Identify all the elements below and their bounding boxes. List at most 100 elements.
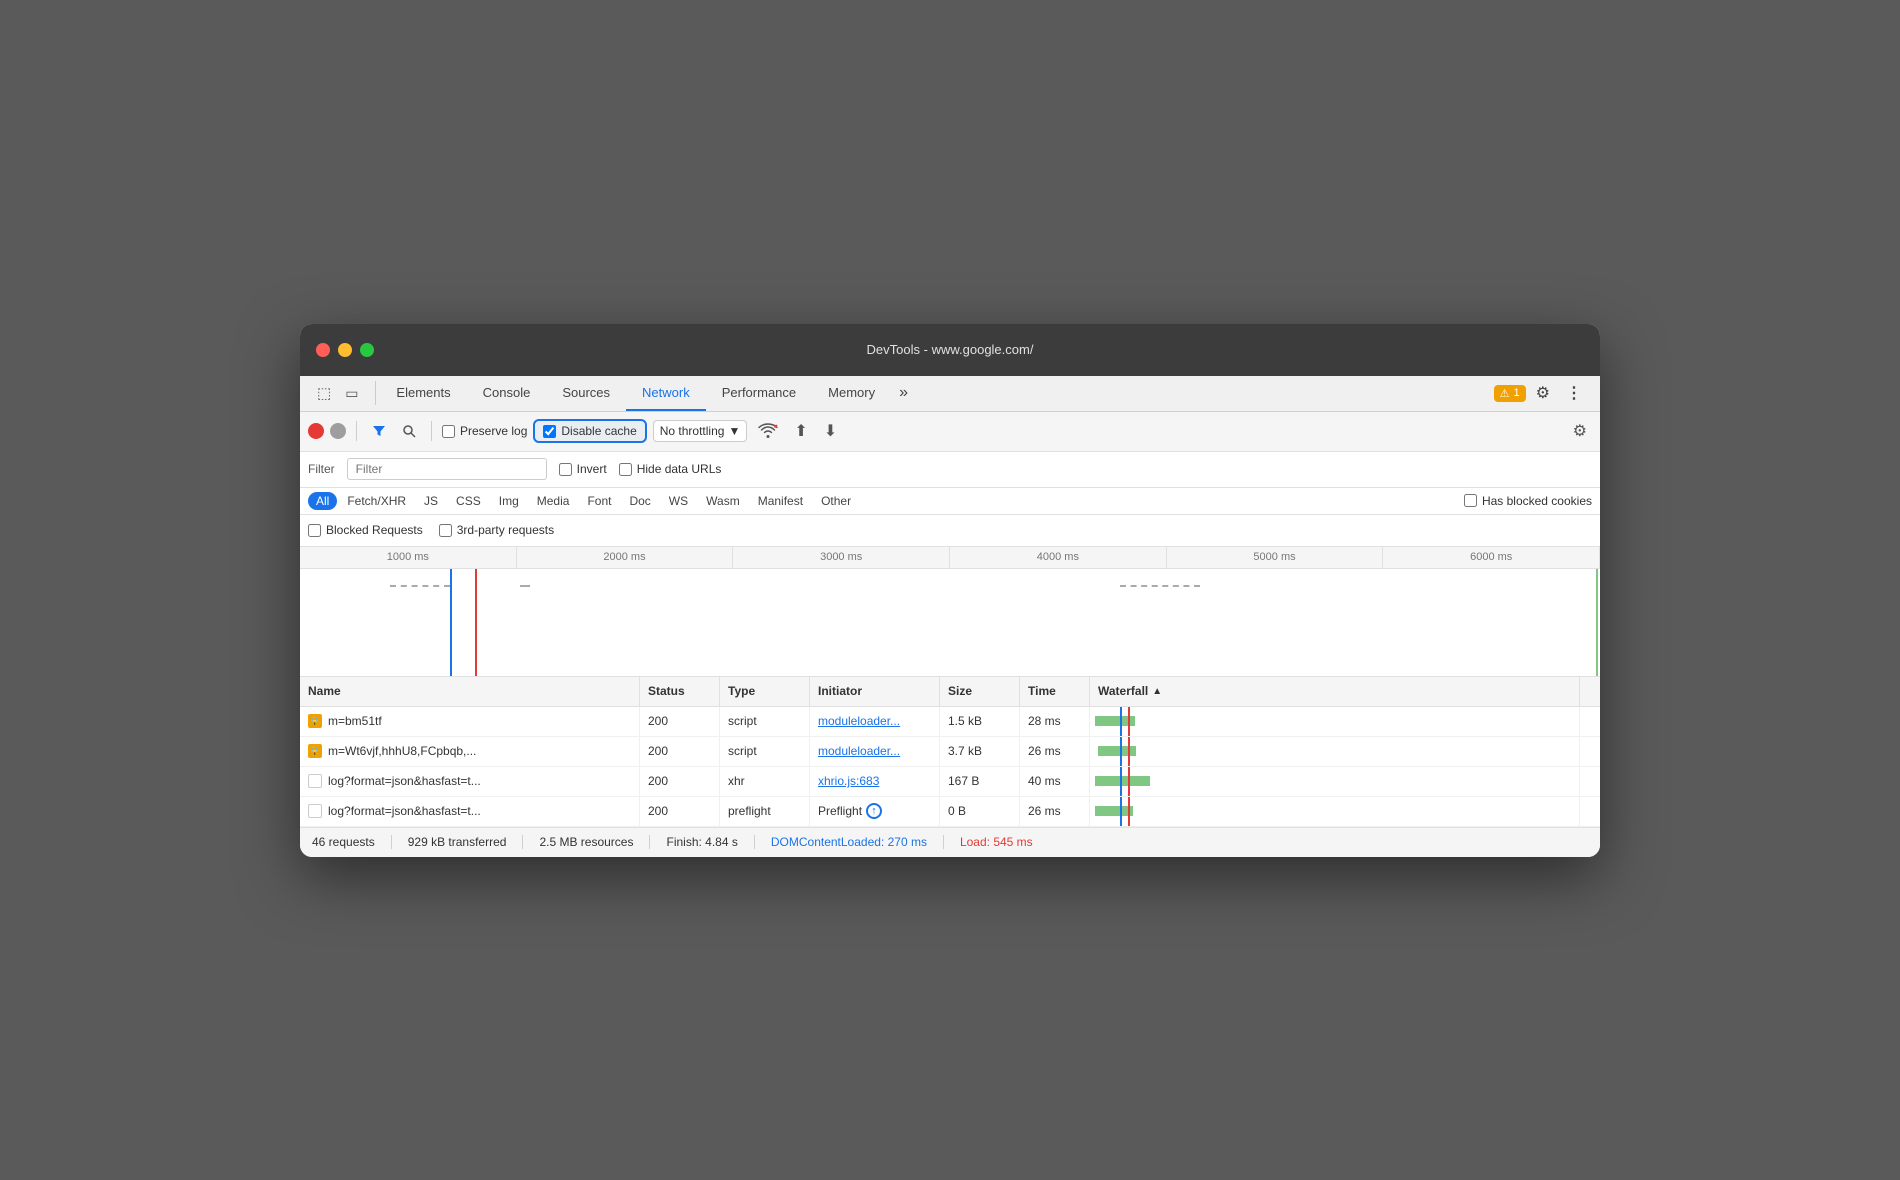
- th-name[interactable]: Name: [300, 677, 640, 706]
- th-size[interactable]: Size: [940, 677, 1020, 706]
- maximize-button[interactable]: [360, 343, 374, 357]
- ruler-label-1000: 1000 ms: [300, 547, 517, 568]
- filter-icon-button[interactable]: [367, 421, 391, 441]
- preserve-log-checkbox[interactable]: [442, 425, 455, 438]
- has-blocked-cookies-checkbox[interactable]: [1464, 494, 1477, 507]
- table-row[interactable]: 🔒 m=Wt6vjf,hhhU8,FCpbqb,... 200 script m…: [300, 737, 1600, 767]
- td-time-2: 26 ms: [1020, 737, 1090, 766]
- disable-cache-checkbox[interactable]: [543, 425, 556, 438]
- sort-arrow-icon: ▲: [1152, 686, 1162, 697]
- wifi-icon-button[interactable]: [753, 420, 783, 442]
- more-options-button[interactable]: ⋮: [1560, 379, 1588, 407]
- separator2: [431, 421, 432, 441]
- ruler-label-5000: 5000 ms: [1167, 547, 1384, 568]
- tab-network[interactable]: Network: [626, 375, 706, 411]
- waterfall-vline-blue-4: [1120, 797, 1122, 826]
- blank-icon-3: [308, 774, 322, 788]
- th-time[interactable]: Time: [1020, 677, 1090, 706]
- load-time: Load: 545 ms: [960, 835, 1033, 849]
- timeline-area: 1000 ms 2000 ms 3000 ms 4000 ms 5000 ms …: [300, 547, 1600, 677]
- th-status[interactable]: Status: [640, 677, 720, 706]
- filter-fetch-xhr-button[interactable]: Fetch/XHR: [339, 492, 414, 510]
- filter-media-button[interactable]: Media: [529, 492, 578, 510]
- close-button[interactable]: [316, 343, 330, 357]
- initiator-link-1[interactable]: moduleloader...: [818, 714, 900, 728]
- blocked-requests-bar: Blocked Requests 3rd-party requests: [300, 515, 1600, 547]
- initiator-link-3[interactable]: xhrio.js:683: [818, 774, 879, 788]
- td-initiator-4: Preflight ↑: [810, 797, 940, 826]
- tab-more-button[interactable]: »: [891, 375, 916, 411]
- upload-icon-button[interactable]: ⬆: [789, 418, 812, 444]
- filter-other-button[interactable]: Other: [813, 492, 859, 510]
- tab-performance[interactable]: Performance: [706, 375, 812, 411]
- blocked-requests-checkbox[interactable]: [308, 524, 321, 537]
- timeline-ruler: 1000 ms 2000 ms 3000 ms 4000 ms 5000 ms …: [300, 547, 1600, 569]
- initiator-link-2[interactable]: moduleloader...: [818, 744, 900, 758]
- filter-doc-button[interactable]: Doc: [621, 492, 658, 510]
- filter-ws-button[interactable]: WS: [661, 492, 696, 510]
- filter-all-button[interactable]: All: [308, 492, 337, 510]
- th-waterfall[interactable]: Waterfall ▲: [1090, 677, 1580, 706]
- third-party-label[interactable]: 3rd-party requests: [439, 523, 554, 537]
- ruler-label-4000: 4000 ms: [950, 547, 1167, 568]
- third-party-checkbox[interactable]: [439, 524, 452, 537]
- preflight-icon: ↑: [866, 803, 882, 819]
- has-blocked-cookies[interactable]: Has blocked cookies: [1464, 494, 1592, 508]
- filter-js-button[interactable]: JS: [416, 492, 446, 510]
- waterfall-vline-blue-2: [1120, 737, 1122, 766]
- preserve-log-label[interactable]: Preserve log: [442, 424, 527, 438]
- waterfall-vline-blue-3: [1120, 767, 1122, 796]
- td-waterfall-4: [1090, 797, 1580, 826]
- invert-checkbox[interactable]: [559, 463, 572, 476]
- traffic-lights: [316, 343, 374, 357]
- filter-wasm-button[interactable]: Wasm: [698, 492, 748, 510]
- filter-img-button[interactable]: Img: [491, 492, 527, 510]
- td-time-4: 26 ms: [1020, 797, 1090, 826]
- titlebar: DevTools - www.google.com/: [300, 324, 1600, 376]
- settings-icon-button[interactable]: ⚙: [1568, 418, 1592, 444]
- invert-label[interactable]: Invert: [559, 462, 607, 476]
- hide-data-urls-label[interactable]: Hide data URLs: [619, 462, 722, 476]
- minimize-button[interactable]: [338, 343, 352, 357]
- td-type-2: script: [720, 737, 810, 766]
- request-table: Name Status Type Initiator Size Time Wat…: [300, 677, 1600, 827]
- stop-button[interactable]: [330, 423, 346, 439]
- table-row[interactable]: log?format=json&hasfast=t... 200 preflig…: [300, 797, 1600, 827]
- record-button[interactable]: [308, 423, 324, 439]
- download-icon-button[interactable]: ⬇: [819, 418, 842, 444]
- table-row[interactable]: log?format=json&hasfast=t... 200 xhr xhr…: [300, 767, 1600, 797]
- disable-cache-label[interactable]: Disable cache: [543, 424, 636, 438]
- th-type[interactable]: Type: [720, 677, 810, 706]
- tab-console[interactable]: Console: [467, 375, 547, 411]
- td-size-1: 1.5 kB: [940, 707, 1020, 736]
- search-button[interactable]: [397, 421, 421, 441]
- tab-sources[interactable]: Sources: [546, 375, 626, 411]
- filter-type-bar: All Fetch/XHR JS CSS Img Media Font Doc …: [300, 488, 1600, 515]
- ruler-label-6000: 6000 ms: [1383, 547, 1600, 568]
- device-toolbar-button[interactable]: ▭: [340, 382, 363, 405]
- hide-data-urls-checkbox[interactable]: [619, 463, 632, 476]
- notification-badge[interactable]: ⚠ 1: [1494, 385, 1526, 402]
- requests-count: 46 requests: [312, 835, 392, 849]
- th-initiator[interactable]: Initiator: [810, 677, 940, 706]
- td-status-3: 200: [640, 767, 720, 796]
- filter-input[interactable]: [347, 458, 547, 480]
- filter-css-button[interactable]: CSS: [448, 492, 489, 510]
- filter-label: Filter: [308, 462, 335, 476]
- blocked-requests-label[interactable]: Blocked Requests: [308, 523, 423, 537]
- td-initiator-3: xhrio.js:683: [810, 767, 940, 796]
- td-name-2: 🔒 m=Wt6vjf,hhhU8,FCpbqb,...: [300, 737, 640, 766]
- settings-button[interactable]: ⚙: [1530, 379, 1556, 407]
- dashed-line-1: [390, 585, 450, 587]
- throttle-select[interactable]: No throttling ▼: [653, 420, 748, 442]
- tab-memory[interactable]: Memory: [812, 375, 891, 411]
- dashed-line-3: [1120, 585, 1200, 587]
- filter-font-button[interactable]: Font: [579, 492, 619, 510]
- filter-manifest-button[interactable]: Manifest: [750, 492, 811, 510]
- dashed-line-2: [520, 585, 530, 587]
- ruler-label-2000: 2000 ms: [517, 547, 734, 568]
- status-bar: 46 requests 929 kB transferred 2.5 MB re…: [300, 827, 1600, 857]
- table-row[interactable]: 🔒 m=bm51tf 200 script moduleloader... 1.…: [300, 707, 1600, 737]
- tab-elements[interactable]: Elements: [380, 375, 466, 411]
- inspect-element-button[interactable]: ⬚: [312, 381, 336, 405]
